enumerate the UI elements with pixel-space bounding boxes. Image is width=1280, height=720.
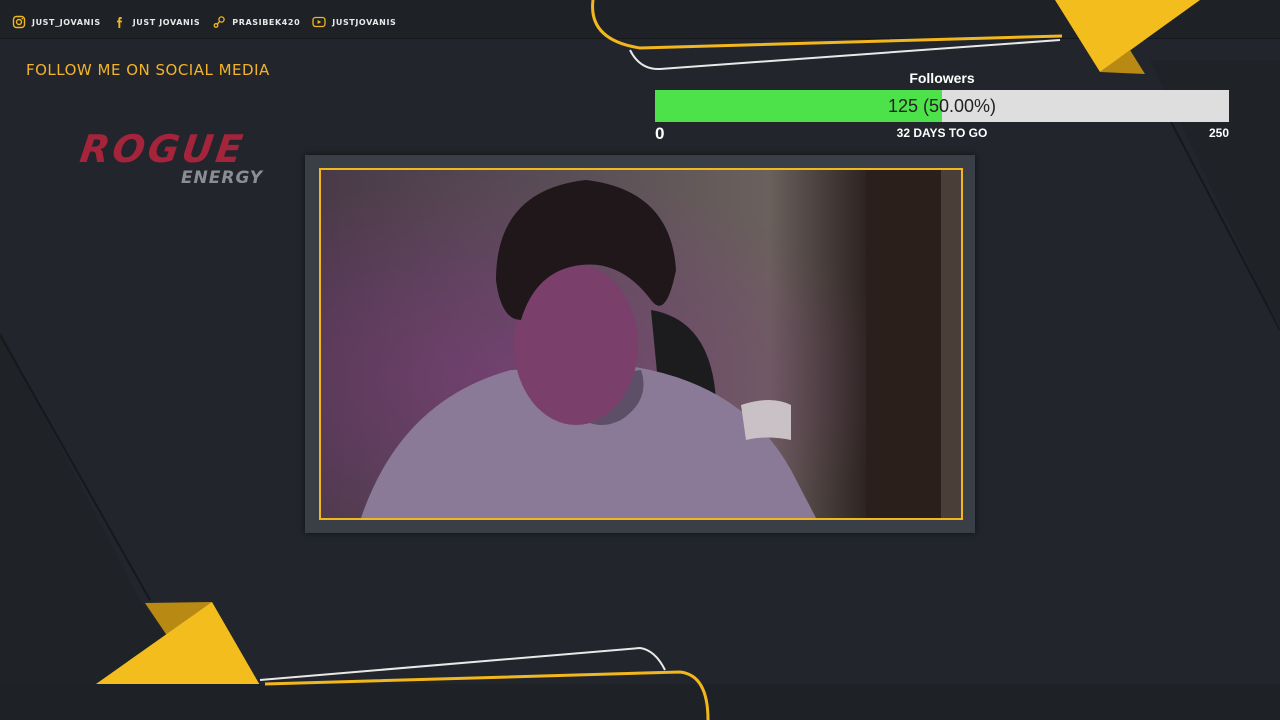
goal-max-label: 250 xyxy=(1208,126,1229,140)
social-youtube[interactable]: JUSTJOVANIS xyxy=(312,15,396,29)
social-bar: JUST_JOVANIS JUST JOVANIS PRASIBEK420 JU… xyxy=(12,12,396,32)
youtube-icon xyxy=(312,15,326,29)
webcam-feed xyxy=(319,168,963,520)
instagram-handle: JUST_JOVANIS xyxy=(32,17,101,27)
goal-days-left: 32 DAYS TO GO xyxy=(896,126,988,140)
svg-text:ENERGY: ENERGY xyxy=(181,168,264,188)
steam-handle: PRASIBEK420 xyxy=(232,17,301,27)
bottom-strip xyxy=(0,684,1280,720)
youtube-handle: JUSTJOVANIS xyxy=(332,17,397,27)
social-facebook[interactable]: JUST JOVANIS xyxy=(113,15,201,29)
facebook-handle: JUST JOVANIS xyxy=(132,17,201,27)
rogue-energy-logo: ROGUE ENERGY xyxy=(77,128,264,188)
facebook-icon xyxy=(113,15,127,29)
steam-icon xyxy=(212,15,226,29)
follow-title: FOLLOW ME ON SOCIAL MEDIA xyxy=(26,61,270,79)
instagram-icon xyxy=(12,15,26,29)
goal-progress-bar: 125 (50.00%) xyxy=(655,90,1229,122)
svg-text:ROGUE: ROGUE xyxy=(77,128,248,172)
social-instagram[interactable]: JUST_JOVANIS xyxy=(12,15,101,29)
goal-title: Followers xyxy=(909,70,975,86)
social-steam[interactable]: PRASIBEK420 xyxy=(212,15,300,29)
webcam-image xyxy=(321,170,961,518)
top-white-line xyxy=(629,39,1061,71)
goal-progress-text: 125 (50.00%) xyxy=(887,95,997,116)
